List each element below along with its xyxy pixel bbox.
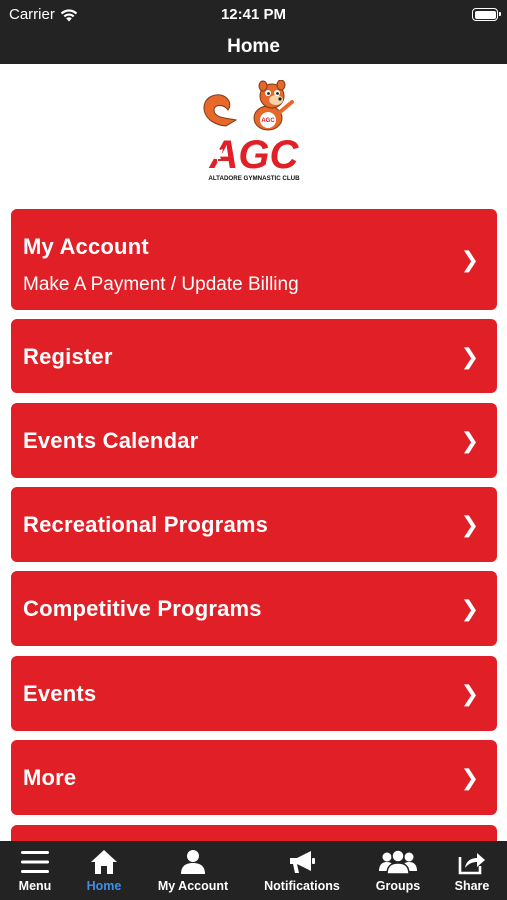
status-bar: Carrier 12:41 PM	[0, 0, 507, 30]
tab-label: Home	[86, 879, 122, 893]
logo-club-name: ALTADORE GYMNASTIC CLUB	[208, 175, 300, 182]
agc-logo: AGC AGC ALTADORE GYMNASTIC CLUB	[203, 80, 300, 182]
hamburger-icon	[21, 851, 49, 873]
tab-groups[interactable]: Groups	[367, 841, 429, 900]
share-icon	[458, 853, 485, 875]
person-icon	[181, 850, 205, 874]
menu-item-register[interactable]: Register ❯	[11, 319, 497, 393]
tab-home[interactable]: Home	[73, 841, 135, 900]
chevron-right-icon: ❯	[460, 344, 479, 369]
tab-bar: Menu Home My Account Notifications Group…	[0, 841, 507, 900]
menu-item-subtitle: Make A Payment / Update Billing	[23, 274, 299, 295]
menu-item-label: Recreational Programs	[23, 512, 269, 537]
menu-item-more[interactable]: More ❯	[11, 740, 497, 815]
mascot-shirt-text: AGC	[261, 118, 275, 124]
tab-label: Share	[454, 879, 490, 893]
menu-item-label: Register	[23, 344, 113, 369]
menu-item-label: My Account	[23, 234, 149, 259]
tab-notifications[interactable]: Notifications	[258, 841, 346, 900]
chevron-right-icon: ❯	[460, 596, 479, 621]
chevron-right-icon: ❯	[460, 765, 479, 790]
home-icon	[91, 850, 117, 874]
chevron-right-icon: ❯	[460, 681, 479, 706]
menu-item-label: Events Calendar	[23, 428, 199, 453]
battery-icon	[472, 8, 501, 21]
menu-item-events[interactable]: Events ❯	[11, 656, 497, 731]
chevron-right-icon: ❯	[460, 247, 479, 272]
navigation-bar: Home	[0, 30, 507, 64]
menu-item-label: Events	[23, 681, 97, 706]
tab-label: My Account	[157, 879, 229, 893]
menu-item-label: More	[23, 765, 77, 790]
menu-item-my-account[interactable]: My Account Make A Payment / Update Billi…	[11, 209, 497, 310]
status-time: 12:41 PM	[220, 6, 287, 23]
chevron-right-icon: ❯	[460, 512, 479, 537]
megaphone-icon	[290, 851, 315, 873]
page-title: Home	[227, 36, 280, 57]
menu-item-label: Competitive Programs	[23, 596, 262, 621]
tab-label: Groups	[375, 879, 421, 893]
tab-label: Menu	[18, 879, 52, 893]
menu-item-competitive-programs[interactable]: Competitive Programs ❯	[11, 571, 497, 646]
group-icon	[379, 849, 417, 875]
menu-item-events-calendar[interactable]: Events Calendar ❯	[11, 403, 497, 478]
tab-my-account[interactable]: My Account	[152, 841, 234, 900]
menu-item-recreational-programs[interactable]: Recreational Programs ❯	[11, 487, 497, 562]
tab-label: Notifications	[264, 879, 340, 893]
chevron-right-icon: ❯	[460, 428, 479, 453]
tab-share[interactable]: Share	[442, 841, 502, 900]
tab-menu[interactable]: Menu	[4, 841, 66, 900]
